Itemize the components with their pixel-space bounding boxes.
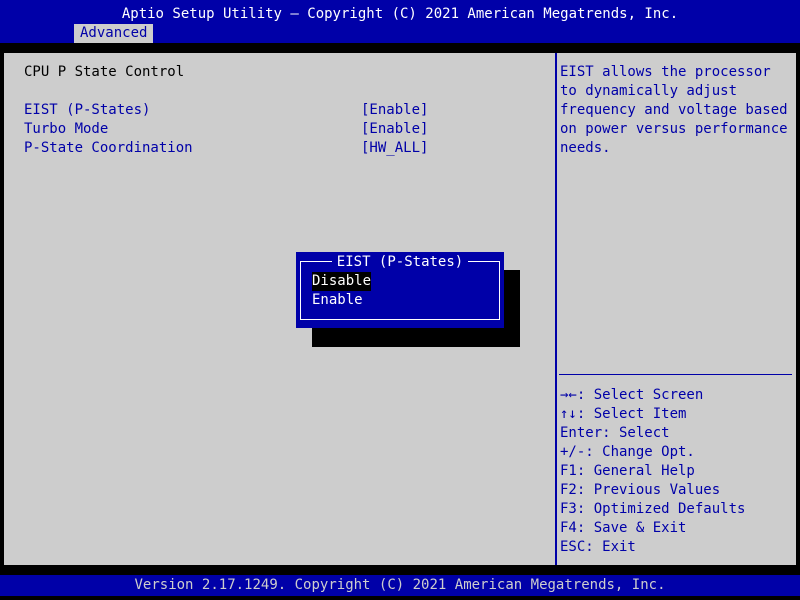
setting-turbo-mode-label[interactable]: Turbo Mode [24,120,108,139]
help-line: frequency and voltage based [560,102,788,118]
title-bar: Aptio Setup Utility – Copyright (C) 2021… [0,0,800,43]
help-line: to dynamically adjust [560,83,738,99]
key-hint-select-screen: →←: Select Screen [560,387,704,403]
footer-bar: Version 2.17.1249. Copyright (C) 2021 Am… [0,575,800,596]
tab-advanced[interactable]: Advanced [74,24,154,43]
key-hint-enter: Enter: Select [560,425,670,441]
footer-text: Version 2.17.1249. Copyright (C) 2021 Am… [134,577,666,593]
setting-pstate-coordination-value[interactable]: [HW_ALL] [361,139,428,158]
setting-eist-value[interactable]: [Enable] [361,101,428,120]
popup-title-row: EIST (P-States) [296,253,504,272]
title-text: Aptio Setup Utility – Copyright (C) 2021… [121,6,679,22]
help-divider [559,374,792,375]
popup-title: EIST (P-States) [331,254,469,270]
section-title: CPU P State Control [24,64,185,80]
help-line: EIST allows the processor [560,64,771,80]
setting-pstate-coordination-label[interactable]: P-State Coordination [24,139,193,158]
option-popup: EIST (P-States) Disable Enable [296,252,504,328]
key-hint-change-opt: +/-: Change Opt. [560,444,695,460]
key-hint-f3: F3: Optimized Defaults [560,501,746,517]
key-hint-f1: F1: General Help [560,463,695,479]
setting-turbo-mode-value[interactable]: [Enable] [361,120,428,139]
popup-option-disable[interactable]: Disable [312,272,372,291]
key-hint-f2: F2: Previous Values [560,482,721,498]
help-line: on power versus performance [560,121,788,137]
setting-eist-label[interactable]: EIST (P-States) [24,101,150,120]
popup-option-enable[interactable]: Enable [312,291,363,310]
key-hint-f4: F4: Save & Exit [560,520,687,536]
key-hint-select-item: ↑↓: Select Item [560,406,687,422]
key-hint-esc: ESC: Exit [560,539,636,555]
help-line: needs. [560,140,611,156]
panel-divider [555,53,557,565]
